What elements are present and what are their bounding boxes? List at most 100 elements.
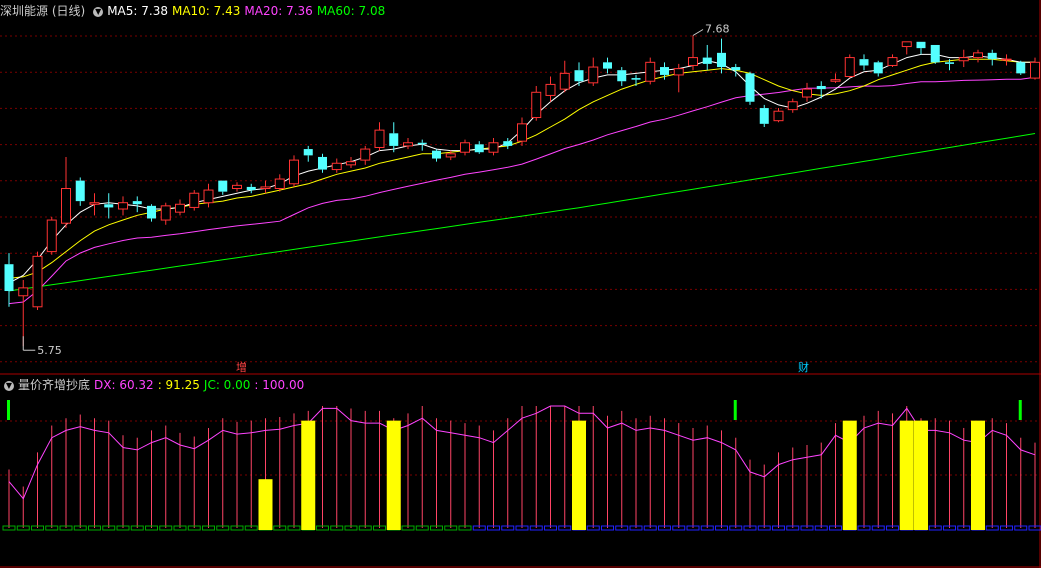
signal-bar <box>971 420 985 530</box>
candle-body <box>731 67 741 71</box>
candle <box>360 145 371 165</box>
ma10-label: MA10: 7.43 <box>171 4 241 18</box>
candle-body <box>289 159 299 185</box>
candle-body <box>517 123 527 142</box>
candle <box>488 138 499 156</box>
candle-body <box>645 61 656 82</box>
candle-body <box>432 150 441 159</box>
candle-body <box>132 201 142 205</box>
candle-body <box>118 202 128 210</box>
candle-body <box>89 202 100 205</box>
candle <box>802 82 812 102</box>
candle-body <box>246 186 256 191</box>
candle <box>645 57 656 85</box>
candle <box>787 98 798 113</box>
candle-body <box>717 52 726 68</box>
jc-marker <box>7 400 10 420</box>
candle-body <box>958 57 969 62</box>
event-marker-zeng[interactable]: 增 <box>236 362 247 374</box>
candle <box>973 49 983 63</box>
candle <box>175 199 185 216</box>
jc-marker <box>733 400 737 420</box>
ma10-line <box>8 58 1035 279</box>
stock-title: 深圳能源 (日线) <box>0 4 86 18</box>
candle-body <box>274 178 285 189</box>
candle-body <box>588 66 599 84</box>
candle <box>432 149 441 162</box>
signal-bar <box>301 420 316 530</box>
candle <box>75 177 85 206</box>
candle <box>303 145 313 162</box>
candle <box>830 73 841 83</box>
candle <box>930 44 940 64</box>
candle <box>759 104 769 127</box>
chevron-down-icon[interactable]: ▼ <box>4 380 14 391</box>
candle <box>574 62 584 86</box>
candle <box>474 141 484 154</box>
candle <box>104 193 114 219</box>
high-price-label: 7.68 <box>705 23 730 36</box>
candle-body <box>973 52 983 59</box>
ma5-line <box>8 53 1035 284</box>
ma5-label: MA5: 7.38 <box>107 4 168 18</box>
candle <box>873 60 883 77</box>
candle-body <box>987 52 997 60</box>
candle <box>588 57 599 86</box>
candle-body <box>417 142 427 145</box>
candle <box>218 180 228 195</box>
jc-secondary-label: : 100.00 <box>254 378 305 392</box>
signal-bar <box>914 420 928 530</box>
candle-body <box>160 205 171 221</box>
candle <box>859 54 869 71</box>
price-grid <box>0 0 1041 568</box>
candle-body <box>445 153 456 158</box>
candle <box>32 251 43 310</box>
candle-body <box>844 57 855 78</box>
candle <box>1016 60 1026 75</box>
candle-body <box>873 62 883 74</box>
ma10-path <box>8 58 1035 279</box>
main-panel-header: 深圳能源 (日线) ▼ MA5: 7.38 MA10: 7.43 MA20: 7.36 M… <box>0 2 389 20</box>
candle <box>887 54 898 68</box>
ma20-line <box>8 76 1036 305</box>
ma20-path <box>8 76 1036 305</box>
candle-body <box>631 78 641 80</box>
candle <box>132 196 142 213</box>
candle-body <box>916 41 926 49</box>
candle-body <box>260 186 271 190</box>
candle-body <box>688 57 698 66</box>
ma5-path <box>8 53 1035 284</box>
candle-body <box>787 101 798 111</box>
candle <box>203 183 214 208</box>
candle-body <box>802 88 812 98</box>
candle <box>232 182 242 192</box>
candle <box>4 253 14 307</box>
candle-body <box>1016 62 1026 74</box>
candle-body <box>830 79 841 82</box>
candle-body <box>930 44 940 63</box>
chevron-down-icon[interactable]: ▼ <box>93 6 104 17</box>
candle <box>901 41 912 55</box>
candle <box>1001 54 1012 66</box>
indicator-panel-plot <box>2 400 1041 531</box>
event-marker-cai[interactable]: 财 <box>798 362 809 374</box>
kline-chart-canvas[interactable]: 7.68 5.75 <box>0 0 1041 568</box>
candle-body <box>346 161 356 166</box>
candle <box>46 216 57 255</box>
candle-body <box>503 141 513 146</box>
indicator-title: 量价齐增抄底 <box>18 378 91 392</box>
candle <box>1030 57 1040 80</box>
sub-panel-header: ▼ 量价齐增抄底 DX: 60.32: 91.25 JC: 0.00: 100.00 <box>0 376 308 394</box>
candle-body <box>887 57 898 66</box>
candle-body <box>46 219 57 253</box>
candle <box>118 196 128 216</box>
candle-body <box>318 156 327 170</box>
candle <box>844 54 855 79</box>
candle-body <box>374 129 385 148</box>
candle <box>673 63 684 93</box>
candle <box>531 85 542 121</box>
candle <box>289 155 299 187</box>
dx-secondary-label: : 91.25 <box>157 378 200 392</box>
candle-body <box>859 59 869 66</box>
candle <box>958 49 969 68</box>
